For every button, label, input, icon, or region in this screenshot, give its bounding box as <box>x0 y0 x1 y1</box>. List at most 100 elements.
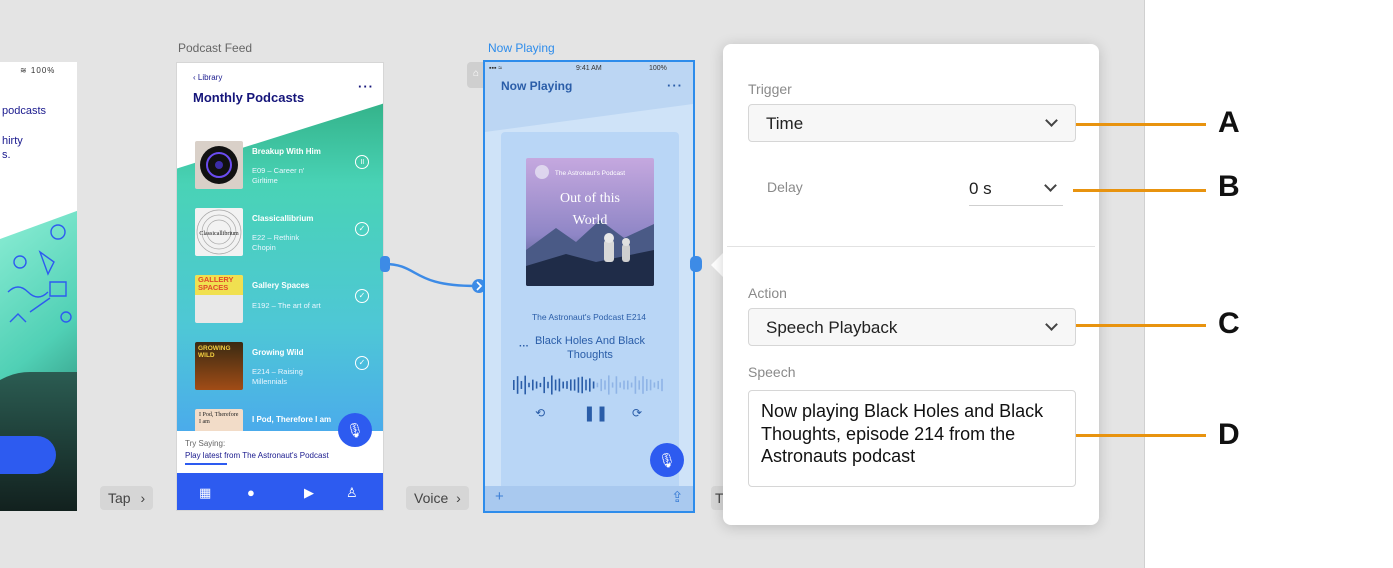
thumb-text: Classicallibrium <box>199 231 239 237</box>
page-title: Monthly Podcasts <box>193 90 305 105</box>
mic-icon: 🎙 <box>658 452 676 468</box>
list-item[interactable]: Classicallibrium Classicallibrium E22 – … <box>195 208 375 258</box>
artboard-partial-left[interactable]: ≋ 100% podcasts hirty s. <box>0 62 77 511</box>
waveform-bar <box>554 379 557 391</box>
rewind-icon[interactable]: ⟲ <box>535 406 545 420</box>
speech-textarea[interactable]: Now playing Black Holes and Black Though… <box>748 390 1076 487</box>
waveform-bar <box>581 376 583 394</box>
episode-title: Classicallibrium <box>252 214 314 223</box>
panel-pointer <box>711 253 723 277</box>
search-icon[interactable]: ● <box>247 485 255 500</box>
status-time: 9:41 AM <box>576 65 602 72</box>
waveform-bar <box>528 382 530 388</box>
episode-subtitle: E22 – Rethink Chopin <box>252 233 300 252</box>
thumb-text: GROWING WILD <box>198 345 231 359</box>
waveform-bar <box>619 382 621 388</box>
waveform-bar <box>516 376 519 394</box>
waveform-bar <box>646 379 648 391</box>
check-circle-icon[interactable]: ✓ <box>355 289 369 303</box>
transition-tag-voice[interactable]: Voice › <box>406 486 469 510</box>
action-label: Action <box>748 285 787 301</box>
episode-subtitle: E192 – The art of art <box>252 301 321 310</box>
waveform-bar <box>630 382 633 388</box>
check-circle-icon[interactable]: ✓ <box>355 356 369 370</box>
tag-label: Voice <box>414 490 449 506</box>
more-icon[interactable]: ··· <box>667 78 683 93</box>
delay-label: Delay <box>767 179 803 195</box>
callout-label-a: A <box>1218 106 1240 139</box>
album-title: Out of this World <box>560 191 620 228</box>
chevron-down-icon <box>1045 114 1058 127</box>
wire-handle-start[interactable] <box>380 256 390 272</box>
progress-ring-icon[interactable]: ॥ <box>355 155 369 169</box>
mic-icon: 🎙 <box>346 422 364 438</box>
more-icon[interactable]: ··· <box>358 79 374 94</box>
delay-select[interactable]: 0 s <box>969 172 1063 206</box>
waveform-bar <box>611 382 614 388</box>
waveform-bar <box>558 378 561 392</box>
try-saying-label: Try Saying: <box>185 439 226 448</box>
list-item[interactable]: GALLERY SPACES Gallery Spaces E192 – The… <box>195 275 375 325</box>
callout-label-d: D <box>1218 418 1240 451</box>
thumb-text: GALLERY SPACES <box>198 275 234 292</box>
waveform-bar <box>585 379 587 391</box>
artboard-now-playing[interactable]: ▪▪▪ ≈ 9:41 AM 100% Now Playing ··· The A… <box>483 60 695 513</box>
home-icon[interactable]: ⌂ <box>467 62 485 88</box>
list-item[interactable]: Breakup With Him E09 – Career n' Girltim… <box>195 141 375 191</box>
rings-art-icon: Classicallibrium <box>196 209 242 255</box>
waveform-bar <box>642 376 644 394</box>
mic-button[interactable]: 🎙 <box>338 413 372 447</box>
list-item[interactable]: GROWING WILD Growing Wild E214 – Raising… <box>195 342 375 392</box>
forward-icon[interactable]: ⟳ <box>632 406 642 420</box>
plus-icon[interactable]: + <box>495 488 504 505</box>
waveform-bar <box>661 378 663 392</box>
transition-tag-tap[interactable]: Tap › <box>100 486 154 510</box>
wire-handle-right[interactable] <box>690 256 704 272</box>
interaction-wire[interactable] <box>380 250 500 310</box>
waveform-bar <box>520 381 523 389</box>
share-icon[interactable]: ⇪ <box>671 488 684 506</box>
try-saying-text: Play latest from The Astronaut's Podcast <box>185 451 329 460</box>
artboard-podcast-feed[interactable]: ‹ Library Monthly Podcasts ··· Breakup W… <box>176 62 384 511</box>
tag-label: Tap <box>108 490 131 506</box>
waveform-bar <box>627 380 629 390</box>
waveform-bar <box>608 375 610 395</box>
waveform-bar <box>570 379 572 391</box>
waveform-bar <box>657 380 659 390</box>
action-select[interactable]: Speech Playback <box>748 308 1076 346</box>
profile-icon[interactable]: ♙ <box>346 485 358 501</box>
mic-button[interactable]: 🎙 <box>650 443 684 477</box>
status-battery: 100% <box>649 65 667 72</box>
artboard-label-now-playing[interactable]: Now Playing <box>488 41 555 55</box>
tab-bar: ▦ ● ▶ ♙ <box>177 473 383 510</box>
callout-line-d <box>1076 434 1206 437</box>
episode-thumbnail: GROWING WILD <box>195 342 243 390</box>
waveform-bar <box>524 375 526 395</box>
back-link-label: Library <box>197 73 223 82</box>
waveform-bar <box>513 380 515 390</box>
delay-value: 0 s <box>969 179 992 198</box>
episode-title: Growing Wild <box>252 348 304 357</box>
album-art: The Astronaut's Podcast Out of this Worl… <box>526 158 654 286</box>
chevron-right-icon: › <box>456 490 461 506</box>
interaction-properties-panel: Trigger Time Delay 0 s Action Speech Pla… <box>723 44 1099 525</box>
pause-icon[interactable]: ❚❚ <box>583 404 608 422</box>
back-link-library[interactable]: ‹ Library <box>193 73 222 82</box>
waveform-bar <box>653 382 656 388</box>
doodle-illustration-icon <box>7 224 72 323</box>
check-circle-icon[interactable]: ✓ <box>355 222 369 236</box>
play-icon[interactable]: ▶ <box>304 485 314 501</box>
waveform-bar <box>589 378 591 392</box>
waveform[interactable] <box>513 372 665 398</box>
primary-button[interactable] <box>0 436 56 474</box>
waveform-bar <box>615 376 618 394</box>
waveform-bar <box>566 381 568 389</box>
artboard-label-podcast-feed[interactable]: Podcast Feed <box>178 41 252 55</box>
signal-icon: ▪▪▪ ≈ <box>489 65 503 72</box>
panel-divider <box>727 246 1095 247</box>
grid-icon[interactable]: ▦ <box>199 485 211 501</box>
trigger-select[interactable]: Time <box>748 104 1076 142</box>
album-header: The Astronaut's Podcast <box>554 170 626 177</box>
waveform-bar <box>562 381 564 389</box>
wire-handle-end[interactable] <box>472 279 486 293</box>
